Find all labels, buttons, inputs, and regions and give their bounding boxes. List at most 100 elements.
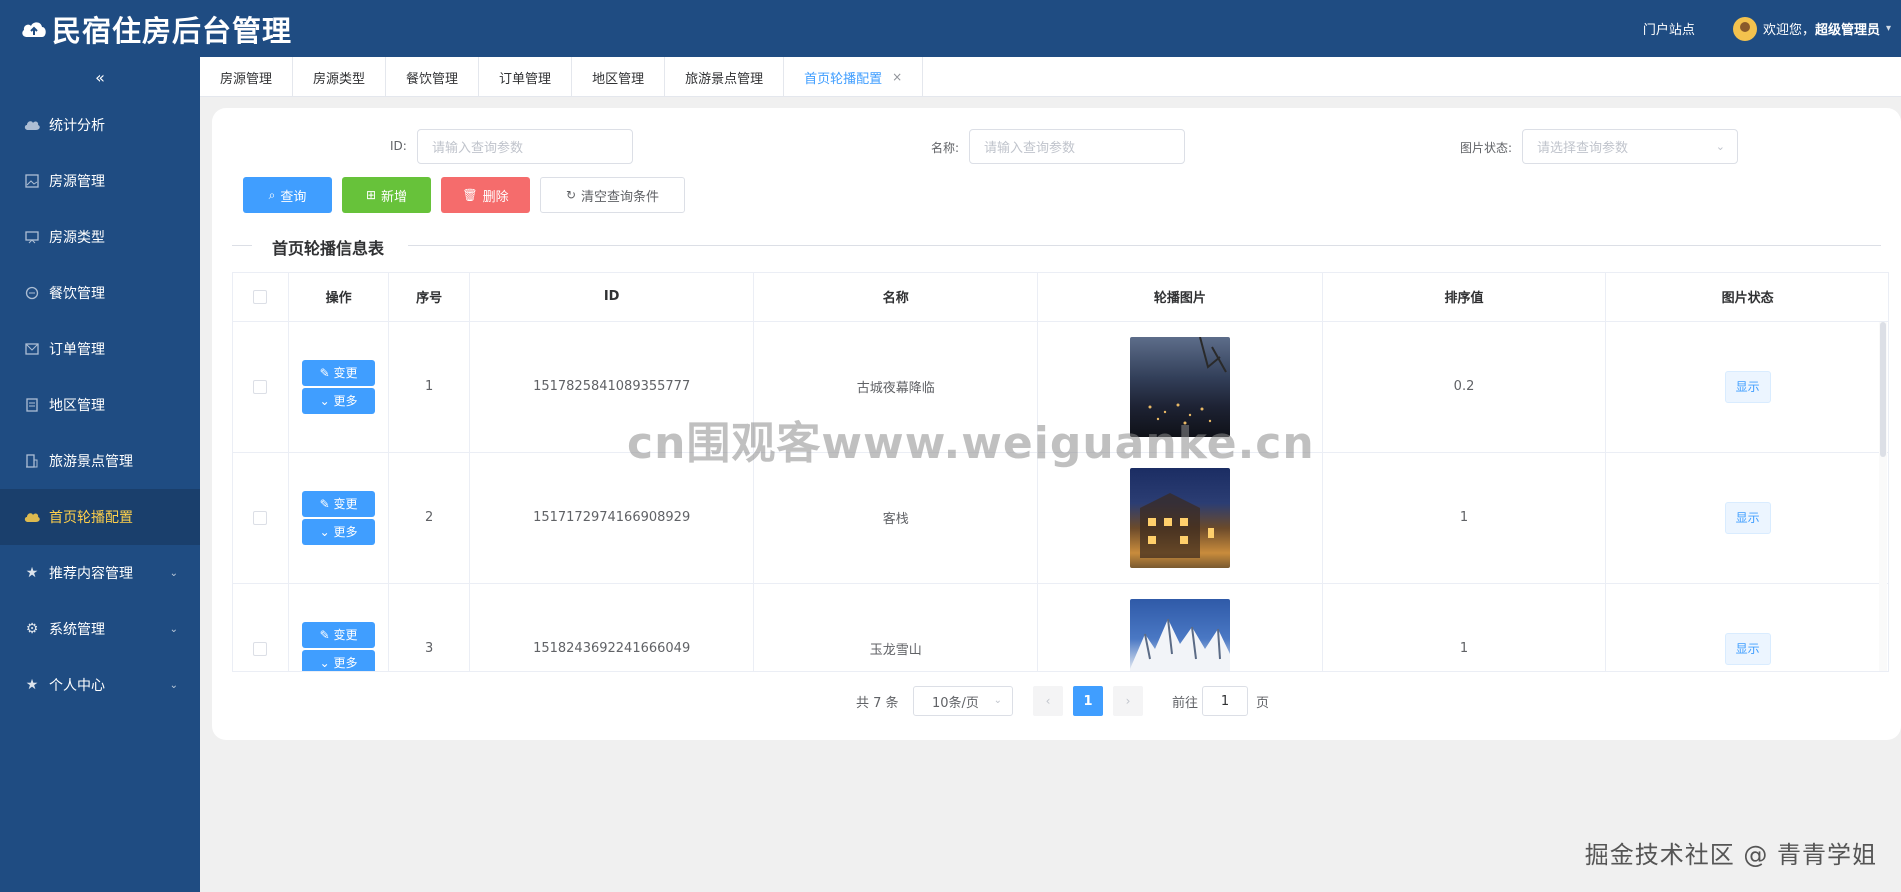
edit-button[interactable]: ✎ 变更 — [302, 359, 376, 386]
button-label: 更多 — [333, 394, 358, 408]
tab-regions[interactable]: 地区管理 — [572, 57, 666, 97]
chevron-down-icon[interactable]: ▾ — [1886, 23, 1891, 34]
mail-icon — [24, 341, 40, 357]
row-checkbox[interactable] — [253, 379, 268, 394]
button-label: 查询 — [280, 189, 307, 205]
refresh-icon: ↻ — [565, 188, 577, 202]
button-label: 变更 — [333, 366, 358, 380]
column-header: 轮播图片 — [1037, 273, 1323, 322]
night-town-photo[interactable] — [1129, 336, 1230, 437]
placeholder-text: 请输入查询参数 — [984, 141, 1076, 156]
section-divider: 首页轮播信息表 — [232, 235, 1881, 258]
tab-attractions[interactable]: 旅游景点管理 — [665, 57, 785, 97]
chevron-down-icon: ⌄ — [319, 393, 334, 408]
sidebar-item-homepage-carousel[interactable]: 首页轮播配置 — [0, 489, 200, 545]
tab-orders[interactable]: 订单管理 — [479, 57, 573, 97]
tab-homepage-carousel[interactable]: 首页轮播配置 × — [784, 57, 924, 97]
sidebar-item-recommended[interactable]: ★ 推荐内容管理 ⌄ — [0, 545, 200, 601]
close-icon[interactable]: × — [892, 70, 902, 84]
tab-listing-types[interactable]: 房源类型 — [293, 57, 387, 97]
inn-photo[interactable] — [1129, 467, 1230, 568]
button-label: 更多 — [333, 525, 358, 539]
sidebar-item-orders[interactable]: 订单管理 — [0, 321, 200, 377]
row-index: 1 — [388, 321, 470, 453]
sidebar-item-label: 推荐内容管理 — [49, 566, 133, 582]
name-filter-input[interactable]: 请输入查询参数 — [969, 129, 1185, 164]
delete-button[interactable]: 🗑 删除 — [441, 177, 530, 213]
star-icon: ★ — [25, 677, 39, 693]
carousel-table: 操作 序号 ID 名称 轮播图片 排序值 图片状态 ✎ 变更 ⌄ 更多 1 15… — [232, 272, 1889, 672]
add-button[interactable]: ⊞ 新增 — [342, 177, 431, 213]
sidebar-item-label: 旅游景点管理 — [49, 454, 133, 470]
sidebar-item-dining[interactable]: 餐饮管理 — [0, 265, 200, 321]
edit-button[interactable]: ✎ 变更 — [302, 621, 376, 648]
row-checkbox[interactable] — [253, 641, 268, 656]
button-label: 删除 — [482, 189, 509, 205]
tab-listings[interactable]: 房源管理 — [200, 57, 294, 97]
button-label: 变更 — [333, 497, 358, 511]
row-id: 1518243692241666049 — [469, 583, 755, 671]
username: 超级管理员 — [1814, 23, 1880, 38]
next-page-button[interactable]: › — [1113, 686, 1143, 716]
button-label: 新增 — [381, 189, 408, 205]
tab-label: 旅游景点管理 — [685, 71, 764, 87]
tab-label: 房源管理 — [220, 71, 273, 87]
row-checkbox[interactable] — [253, 510, 268, 525]
page-number-button[interactable]: 1 — [1073, 686, 1103, 716]
sidebar-item-profile[interactable]: ★ 个人中心 ⌄ — [0, 657, 200, 713]
sidebar-item-listing-types[interactable]: 房源类型 — [0, 209, 200, 265]
image-icon — [24, 173, 40, 189]
document-icon — [24, 397, 40, 413]
tab-label: 首页轮播配置 — [804, 71, 883, 87]
page-size-select[interactable]: 10条/页 ⌄ — [913, 686, 1013, 716]
cloud-upload-icon — [22, 21, 46, 37]
row-name: 客栈 — [753, 452, 1039, 584]
search-button[interactable]: ⌕ 查询 — [243, 177, 332, 213]
edit-icon: ✎ — [319, 496, 334, 511]
edit-button[interactable]: ✎ 变更 — [302, 490, 376, 517]
more-button[interactable]: ⌄ 更多 — [302, 387, 376, 414]
snow-mountain-photo[interactable] — [1129, 598, 1230, 671]
more-button[interactable]: ⌄ 更多 — [302, 649, 376, 671]
column-header: 名称 — [753, 273, 1039, 322]
page-suffix: 页 — [1256, 696, 1270, 711]
row-id: 1517172974166908929 — [469, 452, 755, 584]
tab-bar: 房源管理 房源类型 餐饮管理 订单管理 地区管理 旅游景点管理 首页轮播配置 × — [200, 57, 1901, 97]
more-button[interactable]: ⌄ 更多 — [302, 518, 376, 545]
display-icon — [24, 229, 40, 245]
sidebar-item-regions[interactable]: 地区管理 — [0, 377, 200, 433]
row-sort-value: 1 — [1322, 583, 1607, 671]
credit-watermark: 掘金技术社区 @ 青青学姐 — [1584, 841, 1877, 869]
sidebar-item-label: 房源管理 — [49, 174, 105, 190]
sidebar-item-attractions[interactable]: 旅游景点管理 — [0, 433, 200, 489]
main-card: ID: 请输入查询参数 名称: 请输入查询参数 图片状态: 请选择查询参数 ⌄ ⌕… — [212, 108, 1901, 740]
select-all-checkbox[interactable] — [253, 289, 268, 304]
clear-filters-button[interactable]: ↻ 清空查询条件 — [540, 177, 685, 213]
avatar[interactable] — [1732, 16, 1757, 41]
sidebar: « 统计分析 房源管理 房源类型 餐饮管理 订单管理 地区管理 旅游景点管理 首… — [0, 57, 200, 892]
edit-icon: ✎ — [319, 627, 334, 642]
button-label: 更多 — [333, 656, 358, 670]
tab-dining[interactable]: 餐饮管理 — [386, 57, 480, 97]
column-header: 操作 — [288, 273, 390, 322]
trash-icon: 🗑 — [462, 188, 478, 202]
sidebar-item-statistics[interactable]: 统计分析 — [0, 97, 200, 153]
pagination: 共 7 条 10条/页 ⌄ ‹ 1 › 前往 1 页 — [212, 686, 1901, 716]
id-filter-input[interactable]: 请输入查询参数 — [417, 129, 633, 164]
sidebar-item-listings[interactable]: 房源管理 — [0, 153, 200, 209]
portal-link[interactable]: 门户站点 — [1643, 19, 1695, 38]
collapse-sidebar-button[interactable]: « — [0, 57, 200, 97]
sidebar-item-system[interactable]: ⚙ 系统管理 ⌄ — [0, 601, 200, 657]
table-row: ✎ 变更 ⌄ 更多 2 1517172974166908929 客栈 1 显示 — [233, 452, 1888, 584]
row-index: 3 — [388, 583, 470, 671]
select-all-header[interactable] — [233, 273, 289, 322]
goto-label: 前往 — [1172, 696, 1199, 711]
scrollbar-thumb[interactable] — [1880, 322, 1886, 457]
goto-page-input[interactable]: 1 — [1202, 686, 1248, 716]
chevron-down-icon: ⌄ — [319, 655, 334, 670]
prev-page-button[interactable]: ‹ — [1033, 686, 1063, 716]
user-menu[interactable]: 欢迎您，超级管理员 — [1763, 19, 1880, 38]
table-scrollbar[interactable] — [1879, 322, 1887, 671]
status-filter-select[interactable]: 请选择查询参数 ⌄ — [1522, 129, 1738, 164]
name-filter-label: 名称: — [931, 141, 960, 155]
